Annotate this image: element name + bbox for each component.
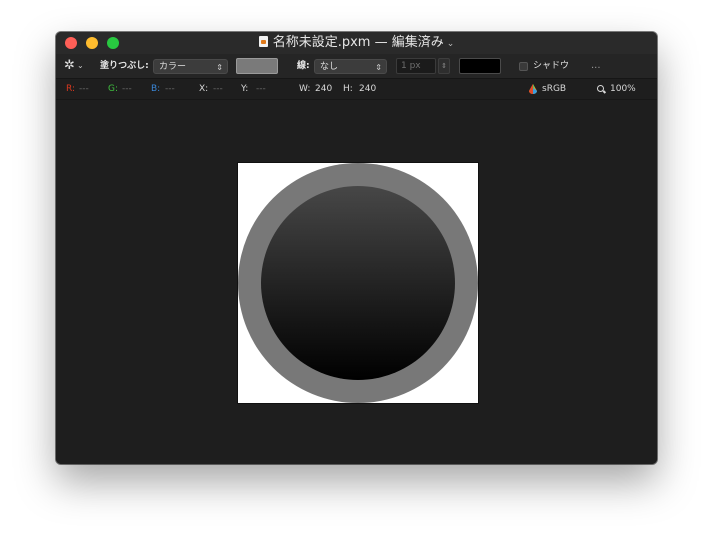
fill-type-value: カラー	[159, 62, 187, 72]
height-label: H:	[343, 84, 353, 94]
width-value: 240	[315, 84, 333, 94]
chevron-down-icon: ⌄	[446, 39, 455, 49]
stroke-width-stepper[interactable]: ⇕	[438, 58, 450, 74]
zoom-level[interactable]: 100%	[610, 79, 636, 99]
canvas-area[interactable]	[56, 100, 657, 464]
green-value: ---	[122, 84, 132, 94]
app-window: 名称未設定.pxm — 編集済み ⌄ ✲ ⌄ 塗りつぶし: カラー ⇕ 線: なし…	[56, 32, 657, 464]
colorspace-icon	[529, 84, 537, 94]
circle-shape[interactable]	[238, 163, 478, 403]
title-separator: —	[374, 35, 388, 50]
stroke-type-value: なし	[320, 62, 339, 72]
colorspace-label[interactable]: sRGB	[542, 79, 566, 99]
height-value: 240	[359, 84, 377, 94]
updown-chevron-icon: ⇕	[375, 63, 382, 72]
x-label: X:	[199, 84, 209, 94]
fill-type-select[interactable]: カラー ⇕	[153, 59, 228, 74]
toolbar: ✲ ⌄ 塗りつぶし: カラー ⇕ 線: なし ⇕ 1 px ⇕ シャドウ ...	[56, 54, 657, 79]
inner-gradient-circle[interactable]	[261, 186, 455, 380]
gear-icon[interactable]: ✲	[64, 54, 75, 78]
gear-chevron-icon[interactable]: ⌄	[77, 54, 84, 78]
zoom-search-icon	[597, 85, 604, 92]
artboard[interactable]	[237, 162, 479, 404]
blue-value: ---	[165, 84, 175, 94]
red-label: R:	[66, 84, 76, 94]
window-title[interactable]: 名称未設定.pxm — 編集済み ⌄	[56, 34, 657, 53]
shadow-checkbox[interactable]	[519, 62, 528, 71]
x-value: ---	[213, 84, 223, 94]
title-bar: 名称未設定.pxm — 編集済み ⌄	[56, 32, 657, 54]
stroke-type-select[interactable]: なし ⇕	[314, 59, 387, 74]
fill-color-swatch[interactable]	[236, 58, 278, 74]
red-value: ---	[79, 84, 89, 94]
document-icon	[258, 36, 268, 47]
fill-label: 塗りつぶし:	[100, 61, 149, 71]
green-label: G:	[108, 84, 119, 94]
y-label: Y:	[241, 84, 249, 94]
document-name: 名称未設定.pxm	[272, 35, 371, 50]
more-button[interactable]: ...	[591, 54, 601, 78]
blue-label: B:	[151, 84, 161, 94]
updown-chevron-icon: ⇕	[216, 63, 223, 72]
width-label: W:	[299, 84, 311, 94]
shadow-label: シャドウ	[533, 61, 570, 71]
stroke-width-field[interactable]: 1 px	[396, 58, 436, 74]
stroke-label: 線:	[297, 61, 310, 71]
y-value: ---	[256, 84, 266, 94]
edited-status: 編集済み	[391, 35, 444, 50]
stroke-color-swatch[interactable]	[459, 58, 501, 74]
info-bar: R: --- G: --- B: --- X: --- Y: --- W: 24…	[56, 79, 657, 100]
